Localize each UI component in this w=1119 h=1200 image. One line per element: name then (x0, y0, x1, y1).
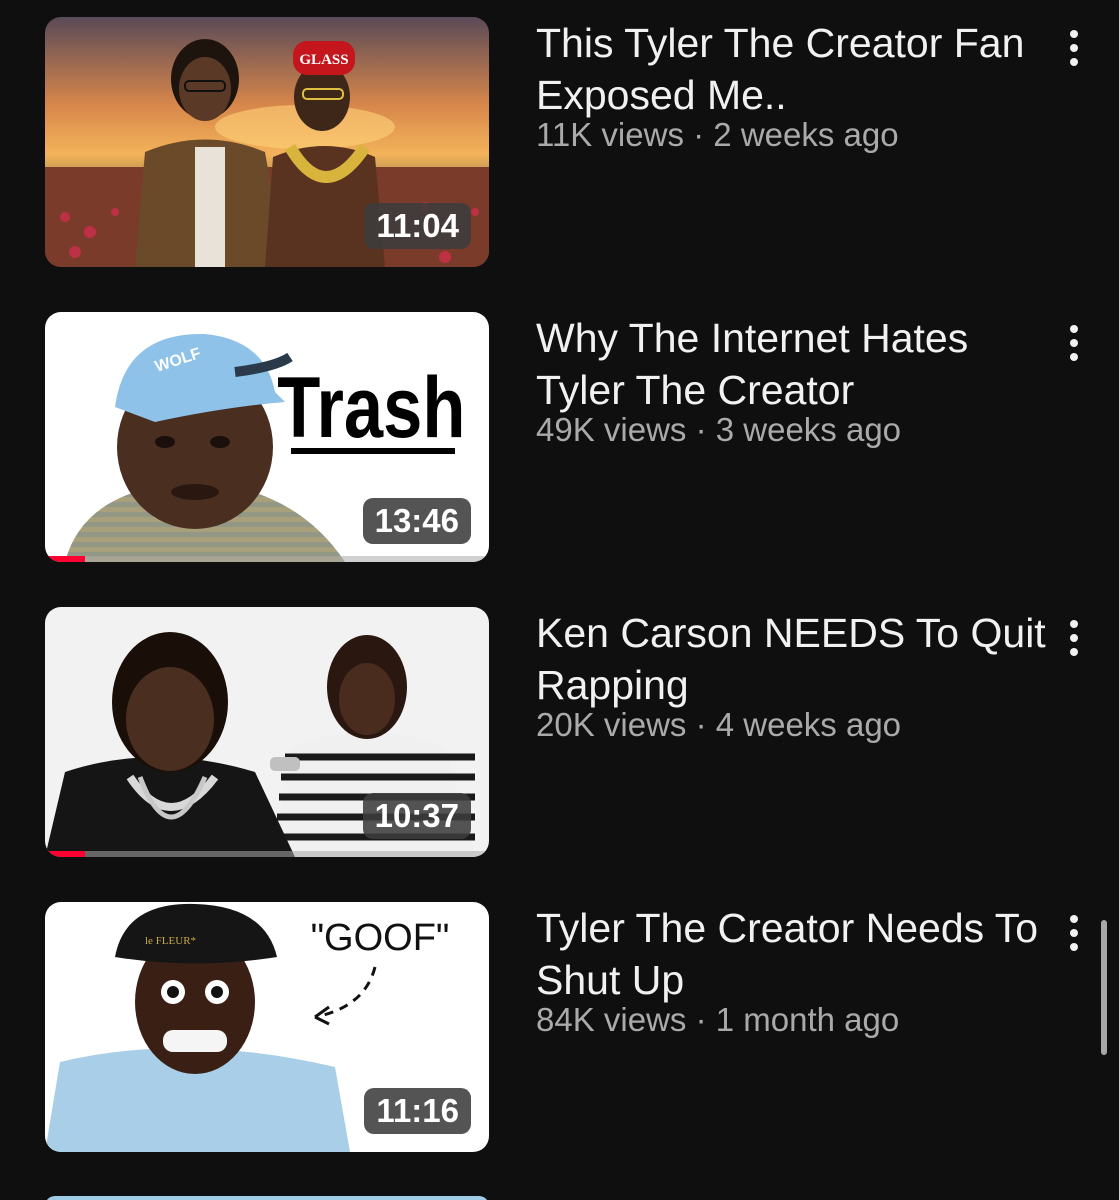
upload-age: 3 weeks ago (715, 411, 902, 448)
video-duration: 10:37 (362, 793, 471, 839)
more-options-icon[interactable] (1055, 23, 1093, 73)
video-title[interactable]: Ken Carson NEEDS To Quit Rapping (536, 607, 1046, 711)
video-duration: 11:16 (364, 1088, 471, 1134)
upload-age: 4 weeks ago (715, 706, 902, 743)
video-title[interactable]: This Tyler The Creator Fan Exposed Me.. (536, 17, 1046, 121)
video-thumbnail[interactable]: GLASS 11:04 (45, 17, 489, 267)
separator-dot: · (695, 411, 707, 448)
video-meta: Why The Internet Hates Tyler The Creator… (536, 312, 1046, 450)
video-meta: Ken Carson NEEDS To Quit Rapping 20K vie… (536, 607, 1046, 745)
video-row: WOLF Trash 13:46 Why The Internet Hates … (0, 312, 1119, 572)
video-duration: 11:04 (364, 203, 471, 249)
upload-age: 1 month ago (715, 1001, 900, 1038)
watch-progress-fill (45, 556, 85, 562)
thumbnail-hat-text: GLASS (299, 52, 348, 68)
watch-progress-bar (45, 851, 489, 857)
video-thumbnail[interactable]: 10:37 (45, 607, 489, 857)
video-feed: GLASS 11:04 This Tyler The Creator Fan E… (0, 0, 1119, 1200)
separator-dot: · (695, 706, 707, 743)
next-video-thumbnail[interactable] (45, 1196, 489, 1200)
watch-progress-bar (45, 556, 489, 562)
watch-progress-fill (45, 851, 85, 857)
video-row: le FLEUR* "GOOF" 11:16 Tyler The Creator… (0, 902, 1119, 1162)
video-duration: 13:46 (362, 498, 471, 544)
video-meta: Tyler The Creator Needs To Shut Up 84K v… (536, 902, 1046, 1040)
video-title[interactable]: Why The Internet Hates Tyler The Creator (536, 312, 1046, 416)
view-count: 49K views (536, 411, 687, 448)
more-options-icon[interactable] (1055, 613, 1093, 663)
video-stats: 20K views · 4 weeks ago (536, 705, 1046, 745)
view-count: 11K views (536, 116, 684, 153)
thumbnail-overlay-text: "GOOF" (311, 917, 450, 959)
video-stats: 84K views · 1 month ago (536, 1000, 1046, 1040)
video-title[interactable]: Tyler The Creator Needs To Shut Up (536, 902, 1046, 1006)
view-count: 84K views (536, 1001, 687, 1038)
scrollbar[interactable] (1101, 920, 1107, 1055)
more-options-icon[interactable] (1055, 908, 1093, 958)
video-stats: 11K views · 2 weeks ago (536, 115, 1046, 155)
upload-age: 2 weeks ago (713, 116, 899, 153)
video-thumbnail[interactable]: WOLF Trash 13:46 (45, 312, 489, 562)
separator-dot: · (693, 116, 705, 153)
thumbnail-hat-text: le FLEUR* (145, 935, 196, 947)
video-stats: 49K views · 3 weeks ago (536, 410, 1046, 450)
separator-dot: · (695, 1001, 707, 1038)
video-thumbnail[interactable]: le FLEUR* "GOOF" 11:16 (45, 902, 489, 1152)
video-row: 10:37 Ken Carson NEEDS To Quit Rapping 2… (0, 607, 1119, 867)
thumbnail-overlay-text: Trash (277, 359, 465, 455)
view-count: 20K views (536, 706, 687, 743)
video-row: GLASS 11:04 This Tyler The Creator Fan E… (0, 17, 1119, 277)
more-options-icon[interactable] (1055, 318, 1093, 368)
video-meta: This Tyler The Creator Fan Exposed Me.. … (536, 17, 1046, 155)
